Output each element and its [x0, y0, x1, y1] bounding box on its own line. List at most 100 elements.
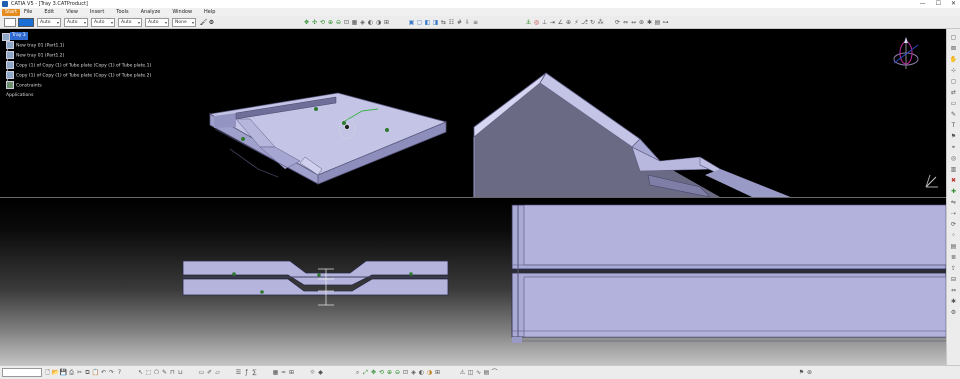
- fix-icon[interactable]: ⚓: [525, 19, 532, 26]
- print-icon[interactable]: ⎙: [68, 369, 75, 376]
- paste-icon[interactable]: 📋: [92, 369, 99, 376]
- compass-icon[interactable]: [893, 37, 919, 69]
- plane-icon[interactable]: ▱: [214, 369, 221, 376]
- assembly-features-icon[interactable]: ⊛: [806, 369, 813, 376]
- generate-numbering-icon[interactable]: #: [456, 19, 463, 26]
- coincidence-icon[interactable]: ◎: [533, 19, 540, 26]
- clash-icon[interactable]: ✱: [646, 19, 653, 26]
- zoom-in-bottom-icon[interactable]: ⊕: [386, 369, 393, 376]
- analysis-icon[interactable]: ⚠: [459, 369, 466, 376]
- menu-insert[interactable]: Insert: [90, 9, 104, 15]
- zoom-out-bottom-icon[interactable]: ⊖: [394, 369, 401, 376]
- hole-icon[interactable]: ◎: [950, 154, 958, 162]
- pocket-icon[interactable]: ▥: [950, 165, 958, 173]
- explode-icon[interactable]: ⊠: [950, 44, 958, 52]
- change-constraint-icon[interactable]: ↻: [589, 19, 596, 26]
- product-icon[interactable]: ▣: [408, 19, 415, 26]
- select-outside-icon[interactable]: ⊔: [177, 369, 184, 376]
- painter-icon[interactable]: 🖌: [200, 19, 208, 26]
- distance-band-icon[interactable]: ⇔: [950, 286, 958, 294]
- selective-load-icon[interactable]: ⇩: [464, 19, 471, 26]
- side-view-trays[interactable]: [182, 260, 449, 306]
- status-icon[interactable]: ⚑: [798, 369, 805, 376]
- select-polygon-icon[interactable]: ⬠: [153, 369, 160, 376]
- normal-view-bottom-icon[interactable]: ⊡: [402, 369, 409, 376]
- zoomed-edge-view[interactable]: [473, 72, 791, 198]
- add-icon[interactable]: ✚: [950, 187, 958, 195]
- geodesic-icon[interactable]: ⌒: [491, 369, 498, 376]
- copy-icon[interactable]: ⧉: [84, 369, 91, 376]
- fly-mode-icon[interactable]: ✥: [303, 19, 310, 26]
- snap-icon[interactable]: ⊹: [950, 66, 958, 74]
- light-icon[interactable]: ☼: [309, 369, 316, 376]
- pattern-icon[interactable]: ⁘: [950, 231, 958, 239]
- knowledge-icon[interactable]: ƒ: [243, 369, 250, 376]
- flag-note-icon[interactable]: ⚑: [950, 132, 958, 140]
- tree-item[interactable]: Copy (1) of Copy (1) of Tube plate (Copy…: [6, 71, 151, 81]
- formula-icon[interactable]: ∑: [251, 369, 258, 376]
- quick-constraint-icon[interactable]: ⚡: [573, 19, 580, 26]
- offset-icon[interactable]: ⇥: [549, 19, 556, 26]
- menu-window[interactable]: Window: [172, 9, 192, 15]
- hide-show-icon[interactable]: ◑: [375, 19, 382, 26]
- contact-icon[interactable]: ⊥: [541, 19, 548, 26]
- whats-this-icon[interactable]: ?: [116, 369, 123, 376]
- rotate-icon[interactable]: ⟲: [319, 19, 326, 26]
- weld-icon[interactable]: ⚙: [950, 308, 958, 316]
- translate-icon[interactable]: ⇢: [950, 209, 958, 217]
- hide-show-bottom-icon[interactable]: ◑: [426, 369, 433, 376]
- iso-view-icon[interactable]: ◈: [359, 19, 366, 26]
- menu-edit[interactable]: Edit: [44, 9, 54, 15]
- shading-icon[interactable]: ◐: [367, 19, 374, 26]
- measure-icon[interactable]: ⇔: [622, 19, 629, 26]
- scenes-icon[interactable]: ▭: [950, 99, 958, 107]
- component-icon[interactable]: ◧: [424, 19, 431, 26]
- design-table-icon[interactable]: ⊞: [288, 369, 295, 376]
- rendering-style-combo[interactable]: Auto: [145, 17, 169, 27]
- properties-icon[interactable]: ⚙: [208, 19, 215, 26]
- shading-bottom-icon[interactable]: ◐: [418, 369, 425, 376]
- thickness-icon[interactable]: ▤: [483, 369, 490, 376]
- zoom-in-icon[interactable]: ⊕: [327, 19, 334, 26]
- split-icon[interactable]: ⌖: [950, 143, 958, 151]
- symmetry-icon[interactable]: ⇋: [950, 198, 958, 206]
- layer-combo[interactable]: None: [172, 17, 196, 27]
- menu-view[interactable]: View: [66, 9, 78, 15]
- line-type-combo[interactable]: Auto: [91, 17, 115, 27]
- curvature-icon[interactable]: ∿: [475, 369, 482, 376]
- draft-analysis-icon[interactable]: ◫: [467, 369, 474, 376]
- tree-root[interactable]: Tray 3: [2, 31, 151, 41]
- rotate-bottom-icon[interactable]: ⟲: [378, 369, 385, 376]
- menu-file[interactable]: File: [24, 9, 32, 15]
- angle-icon[interactable]: ∠: [557, 19, 564, 26]
- zoom-out-icon[interactable]: ⊖: [335, 19, 342, 26]
- line-thickness-combo[interactable]: Auto: [64, 17, 88, 27]
- update-icon[interactable]: ⟳: [614, 19, 621, 26]
- close-button[interactable]: ✕: [951, 0, 956, 8]
- manage-representations-icon[interactable]: ≡: [472, 19, 479, 26]
- graph-tree-icon[interactable]: ☷: [448, 19, 455, 26]
- undo-icon[interactable]: ↶: [100, 369, 107, 376]
- tree-root-label[interactable]: Tray 3: [10, 32, 28, 40]
- swap-bottom-icon[interactable]: ⊞: [434, 369, 441, 376]
- sketch-icon[interactable]: ✐: [206, 369, 213, 376]
- table-icon[interactable]: ▦: [272, 369, 279, 376]
- menu-tools[interactable]: Tools: [116, 9, 128, 15]
- open-file-icon[interactable]: 📂: [52, 369, 59, 376]
- start-menu-button[interactable]: Start: [2, 8, 20, 16]
- redo-icon[interactable]: ↷: [108, 369, 115, 376]
- new-file-icon[interactable]: 🗋: [44, 369, 51, 376]
- smart-move-icon[interactable]: ⇄: [950, 88, 958, 96]
- annotation-icon[interactable]: ✎: [950, 110, 958, 118]
- catalog-browser-icon[interactable]: ☰: [235, 369, 242, 376]
- point-symbol-combo[interactable]: Auto: [118, 17, 142, 27]
- fill-swatch[interactable]: [4, 17, 16, 27]
- apply-material-icon[interactable]: ◆: [317, 369, 324, 376]
- publication-icon[interactable]: ⇪: [950, 264, 958, 272]
- bill-of-material-icon[interactable]: ≣: [950, 253, 958, 261]
- select-icon[interactable]: ↖: [137, 369, 144, 376]
- pan-icon[interactable]: ✣: [311, 19, 318, 26]
- new-component-icon[interactable]: ▢: [950, 33, 958, 41]
- part-icon[interactable]: ▢: [416, 19, 423, 26]
- text-icon[interactable]: T: [950, 121, 958, 129]
